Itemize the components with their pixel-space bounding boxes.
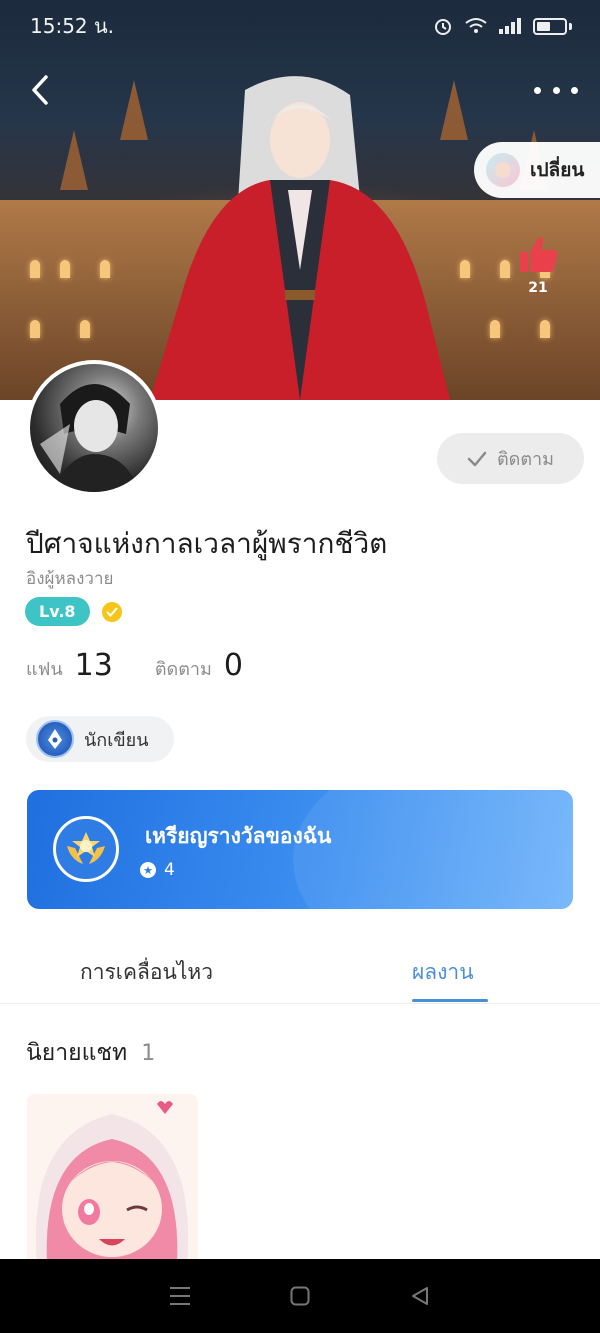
alarm-icon <box>435 19 451 35</box>
more-dots-icon <box>571 86 578 94</box>
profile-stats: แฟน 13 ติดตาม 0 <box>26 648 273 683</box>
tab-active-indicator <box>412 999 488 1002</box>
battery-tip <box>569 22 572 30</box>
profile-cover: 15:52 น. เปลี่ยน 21 <box>0 0 600 400</box>
pen-nib-icon <box>36 720 74 758</box>
tab-activity[interactable]: การเคลื่อนไหว <box>80 956 213 989</box>
medal-count: ★ 4 <box>140 860 175 880</box>
medal-count-icon: ★ <box>140 862 156 878</box>
wifi-icon <box>465 18 487 33</box>
tab-works[interactable]: ผลงาน <box>412 956 474 989</box>
writer-label: นักเขียน <box>84 729 149 751</box>
building-window <box>80 320 90 338</box>
writer-badge[interactable]: นักเขียน <box>26 716 174 762</box>
medal-card[interactable]: เหรียญรางวัลของฉัน ★ 4 <box>27 790 573 909</box>
building-window <box>540 320 550 338</box>
back-triangle-icon <box>412 1287 428 1305</box>
menu-nav-button[interactable] <box>166 1282 194 1310</box>
fans-label: แฟน <box>26 659 63 680</box>
more-dots-icon <box>534 86 541 94</box>
building-window <box>500 260 510 278</box>
following-count[interactable]: 0 <box>224 648 243 683</box>
switch-label: เปลี่ยน <box>530 159 585 181</box>
medal-card-decoration <box>293 790 573 909</box>
check-icon <box>467 451 487 466</box>
avatar[interactable] <box>26 360 162 496</box>
building-window <box>30 320 40 338</box>
building-window <box>30 260 40 278</box>
more-dots-icon <box>552 86 560 94</box>
level-badge[interactable]: Lv.8 <box>25 597 90 626</box>
battery-icon <box>533 17 567 35</box>
follow-label: ติดตาม <box>496 449 555 470</box>
thumbs-up-icon <box>520 237 558 272</box>
medal-count-value: 4 <box>164 860 175 880</box>
following-label: ติดตาม <box>154 659 212 680</box>
system-nav-bar <box>0 1259 600 1333</box>
building-spire <box>120 80 148 140</box>
more-options-button[interactable] <box>534 76 578 104</box>
switch-avatar <box>486 153 520 187</box>
building-window <box>60 260 70 278</box>
medal-title: เหรียญรางวัลของฉัน <box>145 824 332 848</box>
level-row: Lv.8 <box>25 597 122 626</box>
profile-tabs: การเคลื่อนไหว ผลงาน <box>0 940 600 1004</box>
profile-name: ปีศาจแห่งกาลเวลาผู้พรากชีวิต <box>26 527 388 560</box>
back-nav-button[interactable] <box>406 1282 434 1310</box>
follow-button[interactable]: ติดตาม <box>437 433 584 484</box>
like-button[interactable]: 21 <box>516 232 560 296</box>
status-icons <box>433 16 572 36</box>
back-button[interactable] <box>20 70 60 110</box>
section-count: 1 <box>141 1041 156 1066</box>
home-square-icon <box>290 1286 310 1306</box>
switch-character-button[interactable]: เปลี่ยน <box>474 142 600 198</box>
building-window <box>100 260 110 278</box>
chat-novel-section-header: นิยายแชท 1 <box>26 1035 155 1071</box>
character-illustration <box>150 76 450 400</box>
home-nav-button[interactable] <box>286 1282 314 1310</box>
status-bar: 15:52 น. <box>0 0 600 52</box>
medal-icon <box>53 816 119 882</box>
section-title: นิยายแชท <box>26 1040 128 1066</box>
like-count: 21 <box>528 280 548 296</box>
fans-count[interactable]: 13 <box>75 648 113 683</box>
status-time: 15:52 น. <box>30 14 115 38</box>
building-window <box>490 320 500 338</box>
building-window <box>460 260 470 278</box>
chevron-left-icon <box>32 75 48 105</box>
profile-subtitle: อิงผู้หลงวาย <box>26 569 114 589</box>
work-card[interactable] <box>27 1094 198 1264</box>
menu-icon <box>170 1287 190 1305</box>
avatar-illustration <box>40 384 140 492</box>
building-spire <box>60 130 88 190</box>
work-cover-illustration <box>27 1094 198 1264</box>
verified-badge-icon <box>101 601 122 622</box>
signal-icon <box>499 18 521 34</box>
